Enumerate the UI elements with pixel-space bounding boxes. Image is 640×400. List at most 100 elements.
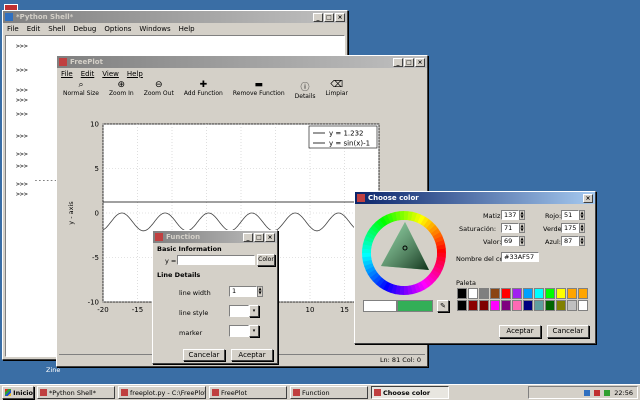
function-dialog: Function _ □ × Basic Information y = Col…	[152, 230, 278, 364]
menu-file[interactable]: File	[61, 70, 73, 78]
accept-button[interactable]: Aceptar	[499, 325, 541, 338]
blue-spinner[interactable]: ▲ ▼	[579, 236, 585, 246]
palette-swatch[interactable]	[578, 288, 588, 299]
taskbar-item[interactable]: freeplot.py - C:\FreePlot\...	[118, 386, 206, 399]
palette-swatch[interactable]	[523, 300, 533, 311]
taskbar-item[interactable]: FreePlot	[209, 386, 287, 399]
close-button[interactable]: ×	[415, 57, 425, 67]
menu-edit[interactable]: Edit	[81, 70, 95, 78]
blue-input[interactable]: 87	[561, 236, 579, 246]
palette-swatch[interactable]	[534, 300, 544, 311]
menu-file[interactable]: File	[7, 25, 19, 33]
menu-help[interactable]: Help	[179, 25, 195, 33]
system-tray: 22:56	[528, 386, 638, 399]
freeplot-titlebar[interactable]: FreePlot _ □ ×	[57, 56, 427, 68]
palette-swatch[interactable]	[556, 300, 566, 311]
close-button[interactable]: ×	[335, 12, 345, 22]
palette-swatch[interactable]	[545, 288, 555, 299]
taskbar-item[interactable]: *Python Shell*	[37, 386, 115, 399]
palette-swatch[interactable]	[567, 288, 577, 299]
palette-swatch[interactable]	[479, 300, 489, 311]
y-tick-label: 5	[95, 165, 99, 173]
palette-swatch[interactable]	[501, 300, 511, 311]
menu-shell[interactable]: Shell	[48, 25, 65, 33]
color-titlebar[interactable]: Choose color ×	[355, 192, 595, 204]
taskbar-item[interactable]: Function	[290, 386, 368, 399]
line-width-label: line width	[179, 289, 211, 297]
tray-icon[interactable]	[604, 389, 611, 396]
taskbar-app-icon	[40, 389, 47, 396]
red-input[interactable]: 51	[561, 210, 579, 220]
legend-label: y = sin(x)-1	[329, 140, 370, 148]
close-button[interactable]: ×	[265, 232, 275, 242]
sat-spinner[interactable]: ▲ ▼	[519, 223, 525, 233]
toolbar-zoom-out-button[interactable]: ⊖ Zoom Out	[142, 80, 176, 100]
tray-icon[interactable]	[594, 389, 601, 396]
palette-swatch[interactable]	[457, 288, 467, 299]
maximize-button[interactable]: □	[404, 57, 414, 67]
menu-options[interactable]: Options	[104, 25, 131, 33]
y-tick-label: 10	[90, 121, 99, 129]
palette-swatch[interactable]	[512, 288, 522, 299]
line-width-input[interactable]: 1	[229, 286, 257, 297]
toolbar-remove-function-button[interactable]: ▬ Remove Function	[231, 80, 287, 100]
palette-swatch[interactable]	[468, 300, 478, 311]
taskbar-item[interactable]: Choose color	[371, 386, 449, 399]
marker-select[interactable]	[229, 325, 249, 337]
line-style-dropdown-icon[interactable]: ▾	[249, 305, 259, 317]
menu-view[interactable]: View	[102, 70, 119, 78]
val-spinner[interactable]: ▲ ▼	[519, 236, 525, 246]
color-name-input[interactable]: #33AF57	[501, 252, 539, 262]
toolbar-zoom-in-button[interactable]: ⊕ Zoom In	[107, 80, 136, 100]
menu-debug[interactable]: Debug	[73, 25, 96, 33]
cancel-button[interactable]: Cancelar	[183, 349, 225, 361]
palette-swatch[interactable]	[468, 288, 478, 299]
green-input[interactable]: 175	[561, 223, 579, 233]
green-spinner[interactable]: ▲ ▼	[579, 223, 585, 233]
tray-icon[interactable]	[584, 389, 591, 396]
accept-button[interactable]: Aceptar	[231, 349, 273, 361]
toolbar-normal-size-icon: ⌕	[78, 80, 84, 90]
palette-swatch[interactable]	[523, 288, 533, 299]
color-button[interactable]: Color	[257, 254, 275, 266]
palette-swatch[interactable]	[578, 300, 588, 311]
palette-swatch[interactable]	[501, 288, 511, 299]
function-titlebar[interactable]: Function _ □ ×	[153, 231, 277, 243]
palette-swatch[interactable]	[545, 300, 555, 311]
menu-windows[interactable]: Windows	[139, 25, 170, 33]
toolbar-add-function-button[interactable]: ✚ Add Function	[182, 80, 225, 100]
minimize-button[interactable]: _	[393, 57, 403, 67]
val-input[interactable]: 69	[501, 236, 519, 246]
palette-swatch[interactable]	[490, 300, 500, 311]
start-button[interactable]: Inicio	[2, 386, 34, 399]
palette-swatch[interactable]	[567, 300, 577, 311]
menu-help[interactable]: Help	[127, 70, 143, 78]
marker-dropdown-icon[interactable]: ▾	[249, 325, 259, 337]
palette-swatch[interactable]	[457, 300, 467, 311]
hue-spinner[interactable]: ▲ ▼	[519, 210, 525, 220]
toolbar-limpiar-button[interactable]: ⌫ Limpiar	[323, 80, 349, 100]
maximize-button[interactable]: □	[254, 232, 264, 242]
eyedropper-button[interactable]: ✎	[437, 300, 449, 312]
maximize-button[interactable]: □	[324, 12, 334, 22]
palette-swatch[interactable]	[534, 288, 544, 299]
hue-input[interactable]: 137	[501, 210, 519, 220]
minimize-button[interactable]: _	[313, 12, 323, 22]
sat-input[interactable]: 71	[501, 223, 519, 233]
shell-titlebar[interactable]: *Python Shell* _ □ ×	[3, 11, 347, 23]
line-style-select[interactable]	[229, 305, 249, 317]
close-button[interactable]: ×	[583, 193, 593, 203]
red-spinner[interactable]: ▲ ▼	[579, 210, 585, 220]
toolbar-details-button[interactable]: ⓘ Details	[293, 80, 318, 100]
toolbar-normal-size-button[interactable]: ⌕ Normal Size	[61, 80, 101, 100]
color-wheel[interactable]	[361, 210, 447, 296]
minimize-button[interactable]: _	[243, 232, 253, 242]
menu-edit[interactable]: Edit	[27, 25, 41, 33]
line-width-spinner[interactable]: ▲ ▼	[257, 286, 263, 297]
y-expression-input[interactable]	[177, 255, 255, 265]
palette-swatch[interactable]	[512, 300, 522, 311]
palette-swatch[interactable]	[556, 288, 566, 299]
cancel-button[interactable]: Cancelar	[547, 325, 589, 338]
palette-swatch[interactable]	[479, 288, 489, 299]
palette-swatch[interactable]	[490, 288, 500, 299]
